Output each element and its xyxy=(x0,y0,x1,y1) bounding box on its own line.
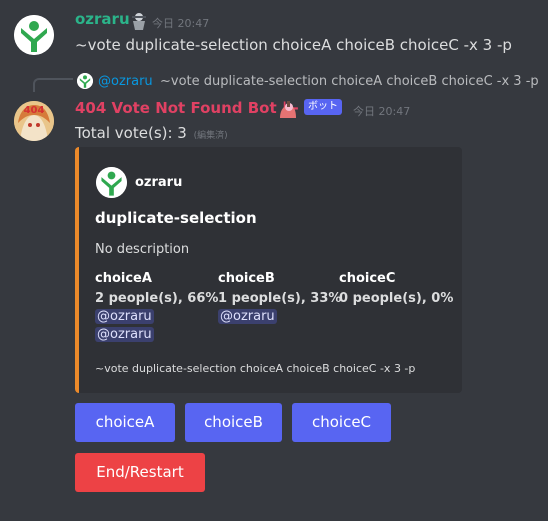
ninja-emoji-icon xyxy=(132,13,146,30)
embed-description: No description xyxy=(95,242,190,257)
vote-embed: ozraru duplicate-selection No descriptio… xyxy=(75,147,462,393)
embed-author-avatar xyxy=(96,167,127,198)
embed-field-choiceA: choiceA 2 people(s), 66% @ozraru @ozraru xyxy=(95,271,218,342)
user-mention[interactable]: @ozraru xyxy=(95,309,154,324)
reply-connector xyxy=(33,78,73,92)
field-value: 2 people(s), 66% xyxy=(95,291,219,306)
bot-sticker-icon xyxy=(280,101,296,118)
reply-avatar[interactable] xyxy=(77,73,93,89)
choiceB-button[interactable]: choiceB xyxy=(185,403,282,442)
user-avatar-icon xyxy=(14,15,54,55)
choiceA-button[interactable]: choiceA xyxy=(75,403,175,442)
user-avatar[interactable] xyxy=(14,15,54,55)
edited-label: (編集済) xyxy=(193,131,228,141)
bot-tag-badge: ボット xyxy=(304,99,342,115)
user-mention[interactable]: @ozraru xyxy=(95,327,154,342)
reply-avatar-icon xyxy=(77,73,93,89)
embed-author-name: ozraru xyxy=(135,175,183,190)
message2-timestamp: 今日 20:47 xyxy=(353,105,411,118)
field-value: 1 people(s), 33% xyxy=(218,291,342,306)
embed-field-choiceC: choiceC 0 people(s), 0% xyxy=(339,271,453,306)
embed-author-avatar-icon xyxy=(96,167,127,198)
field-name: choiceC xyxy=(339,271,396,286)
total-votes-text: Total vote(s): 3 xyxy=(75,124,187,142)
embed-title: duplicate-selection xyxy=(95,209,257,227)
bot-avatar-icon: 404 xyxy=(14,101,54,141)
choiceC-button[interactable]: choiceC xyxy=(292,403,391,442)
bot-avatar[interactable]: 404 xyxy=(14,101,54,141)
embed-footer: ~vote duplicate-selection choiceA choice… xyxy=(95,362,416,375)
message1-username[interactable]: ozraru xyxy=(75,10,130,28)
message2-username[interactable]: 404 Vote Not Found Bot | - xyxy=(75,99,299,117)
field-name: choiceB xyxy=(218,271,275,286)
user-mention[interactable]: @ozraru xyxy=(218,309,277,324)
embed-field-choiceB: choiceB 1 people(s), 33% @ozraru xyxy=(218,271,341,324)
field-name: choiceA xyxy=(95,271,152,286)
message1-timestamp: 今日 20:47 xyxy=(152,17,210,30)
message1-content: ~vote duplicate-selection choiceA choice… xyxy=(75,36,512,54)
end-restart-button[interactable]: End/Restart xyxy=(75,453,205,492)
reply-mention[interactable]: @ozraru xyxy=(98,74,153,89)
reply-text[interactable]: ~vote duplicate-selection choiceA choice… xyxy=(160,74,539,89)
message2-content: Total vote(s): 3 (編集済) xyxy=(75,124,228,142)
bot-avatar-text: 404 xyxy=(24,105,45,116)
field-value: 0 people(s), 0% xyxy=(339,291,454,306)
